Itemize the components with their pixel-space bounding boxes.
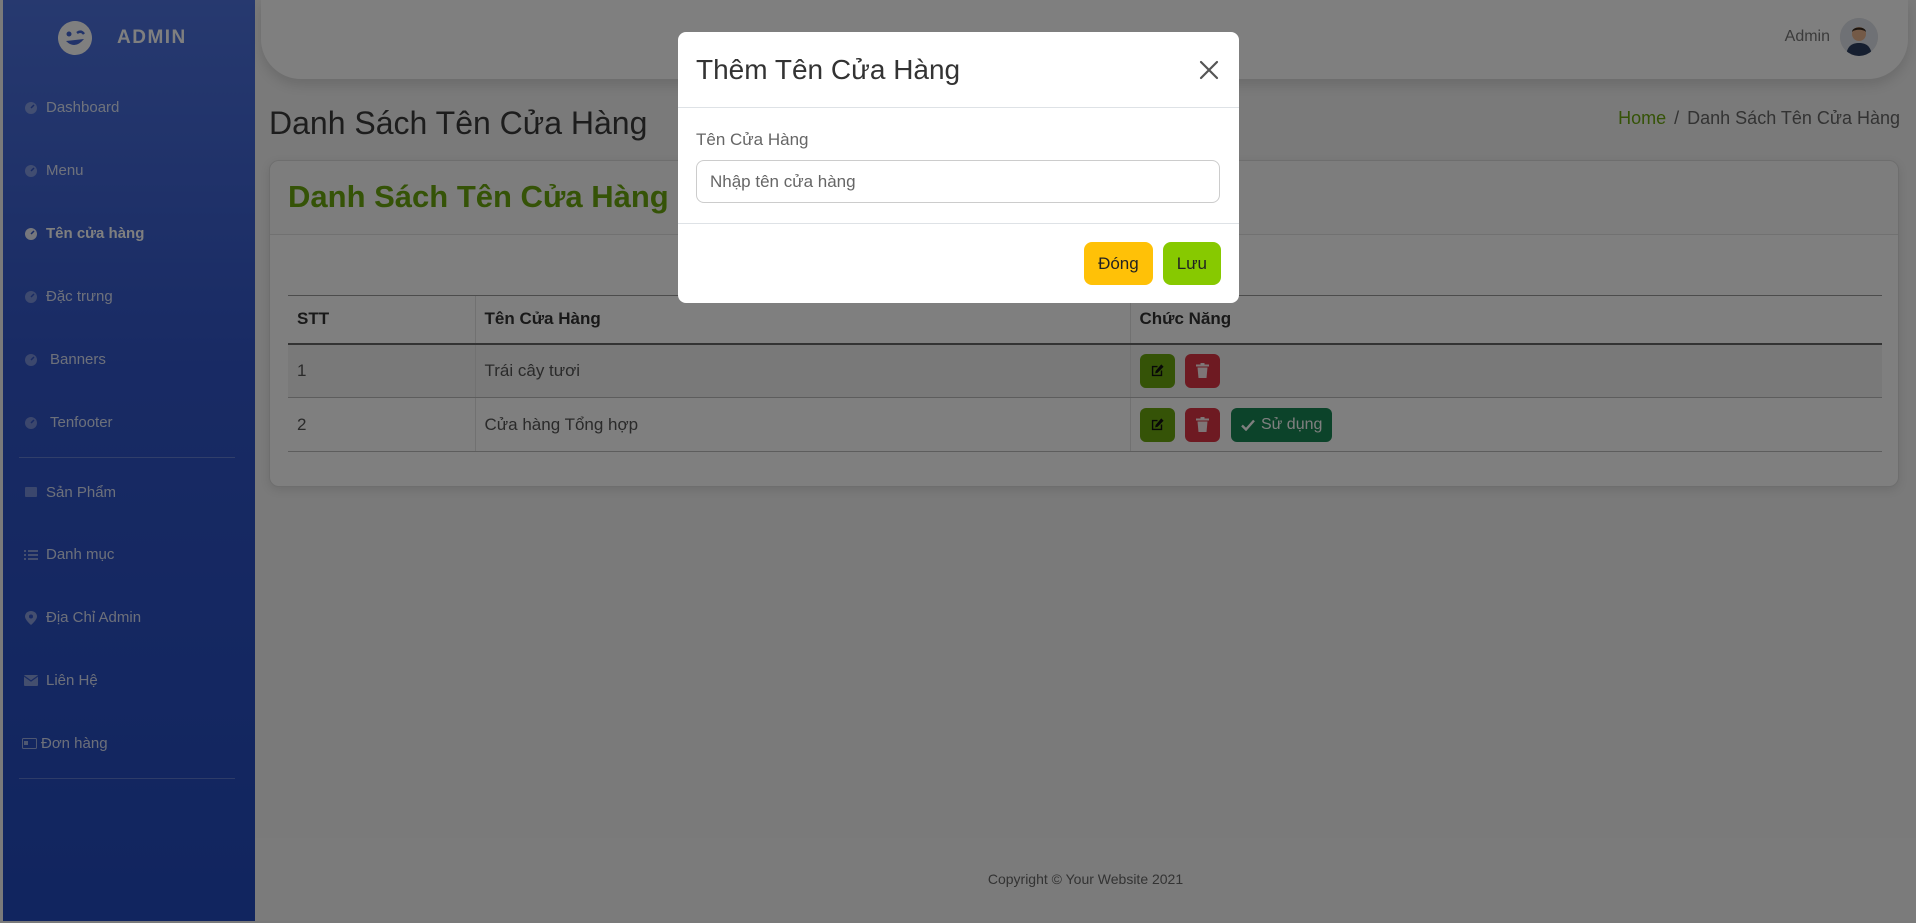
modal-body: Tên Cửa Hàng xyxy=(678,108,1239,224)
close-button[interactable]: Đóng xyxy=(1084,242,1153,285)
modal-footer: Đóng Lưu xyxy=(678,224,1239,285)
store-name-input[interactable] xyxy=(696,160,1220,203)
add-store-modal: Thêm Tên Cửa Hàng Tên Cửa Hàng Đóng Lưu xyxy=(678,32,1239,303)
modal-header: Thêm Tên Cửa Hàng xyxy=(678,32,1239,108)
save-button[interactable]: Lưu xyxy=(1162,242,1221,285)
close-icon[interactable] xyxy=(1197,58,1221,82)
store-name-label: Tên Cửa Hàng xyxy=(696,130,809,149)
modal-title: Thêm Tên Cửa Hàng xyxy=(696,53,961,85)
